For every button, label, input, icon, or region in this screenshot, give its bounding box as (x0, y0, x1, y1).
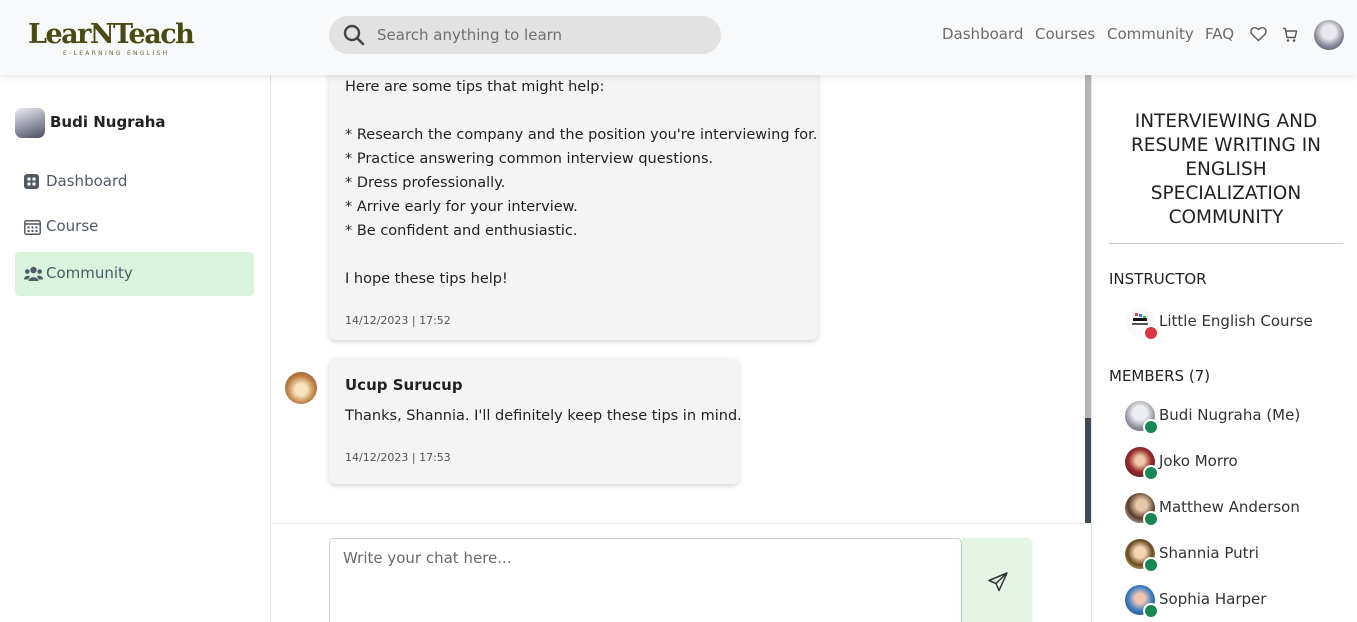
sidebar-item-label: Community (46, 264, 133, 282)
chat-message: Here are some tips that might help: * Re… (329, 65, 818, 340)
nav-community[interactable]: Community (1107, 25, 1194, 43)
instructor-item[interactable]: Little English Course (1125, 307, 1345, 341)
message-line: Here are some tips that might help: (345, 79, 605, 95)
status-indicator (1143, 465, 1159, 481)
divider (1109, 243, 1343, 244)
message-author: Ucup Surucup (345, 376, 463, 394)
status-indicator (1143, 419, 1159, 435)
avatar (285, 372, 317, 404)
divider (271, 523, 1091, 524)
member-item[interactable]: Matthew Anderson (1125, 493, 1345, 527)
member-item[interactable]: Joko Morro (1125, 447, 1345, 481)
message-line: I hope these tips help! (345, 271, 508, 287)
member-name: Shannia Putri (1159, 544, 1259, 562)
search-bar (329, 16, 721, 54)
sidebar-item-label: Course (46, 217, 99, 235)
logo[interactable]: LearNTeach E-LEARNING ENGLISH (28, 20, 198, 58)
message-line: * Research the company and the position … (345, 127, 818, 143)
status-indicator (1143, 557, 1159, 573)
sidebar: Budi Nugraha Dashboard Course Community (0, 75, 271, 622)
message-line: * Arrive early for your interview. (345, 199, 578, 215)
member-name: Sophia Harper (1159, 590, 1267, 608)
heart-icon[interactable] (1250, 26, 1267, 46)
member-name: Matthew Anderson (1159, 498, 1300, 516)
cart-icon[interactable] (1282, 27, 1298, 47)
message-text: Thanks, Shannia. I'll definitely keep th… (345, 408, 742, 424)
send-icon (988, 572, 1008, 592)
sidebar-item-dashboard[interactable]: Dashboard (15, 160, 254, 204)
chat-message: Ucup Surucup Thanks, Shannia. I'll defin… (329, 358, 742, 484)
logo-text: LearNTeach (28, 19, 195, 50)
message-timestamp: 14/12/2023 | 17:53 (345, 451, 451, 464)
top-navbar: LearNTeach E-LEARNING ENGLISH Dashboard … (0, 0, 1357, 75)
user-avatar[interactable] (1314, 20, 1344, 50)
message-line: * Practice answering common interview qu… (345, 151, 714, 167)
sidebar-item-course[interactable]: Course (15, 205, 254, 249)
instructor-heading: INSTRUCTOR (1109, 270, 1207, 288)
calendar-icon (24, 219, 41, 239)
message-line: * Be confident and enthusiastic. (345, 223, 578, 239)
nav-dashboard[interactable]: Dashboard (942, 25, 1023, 43)
nav-courses[interactable]: Courses (1035, 25, 1095, 43)
send-button[interactable] (962, 538, 1032, 622)
profile-avatar (15, 108, 45, 138)
community-title: INTERVIEWING AND RESUME WRITING IN ENGLI… (1130, 111, 1322, 228)
member-name: Budi Nugraha (Me) (1159, 406, 1301, 424)
nav-faq[interactable]: FAQ (1205, 25, 1234, 43)
status-indicator (1143, 603, 1159, 619)
chat-input[interactable] (329, 538, 962, 622)
search-input[interactable] (377, 16, 707, 54)
message-line: * Dress professionally. (345, 175, 506, 191)
member-item[interactable]: Shannia Putri (1125, 539, 1345, 573)
status-indicator (1143, 325, 1159, 341)
logo-tagline: E-LEARNING ENGLISH (63, 50, 170, 57)
search-icon[interactable] (343, 24, 365, 50)
chat-panel: Here are some tips that might help: * Re… (271, 65, 1091, 622)
members-heading: MEMBERS (7) (1109, 367, 1211, 385)
profile-name: Budi Nugraha (50, 113, 166, 131)
users-icon (24, 266, 43, 286)
message-timestamp: 14/12/2023 | 17:52 (345, 314, 451, 327)
member-name: Joko Morro (1159, 452, 1238, 470)
member-item[interactable]: Budi Nugraha (Me) (1125, 401, 1345, 435)
sidebar-item-label: Dashboard (46, 172, 128, 190)
dashboard-icon (24, 174, 39, 193)
member-item[interactable]: Sophia Harper (1125, 585, 1345, 619)
member-name: Little English Course (1159, 312, 1313, 330)
sidebar-item-community[interactable]: Community (15, 252, 254, 296)
community-info-panel: INTERVIEWING AND RESUME WRITING IN ENGLI… (1091, 75, 1357, 622)
status-indicator (1143, 511, 1159, 527)
